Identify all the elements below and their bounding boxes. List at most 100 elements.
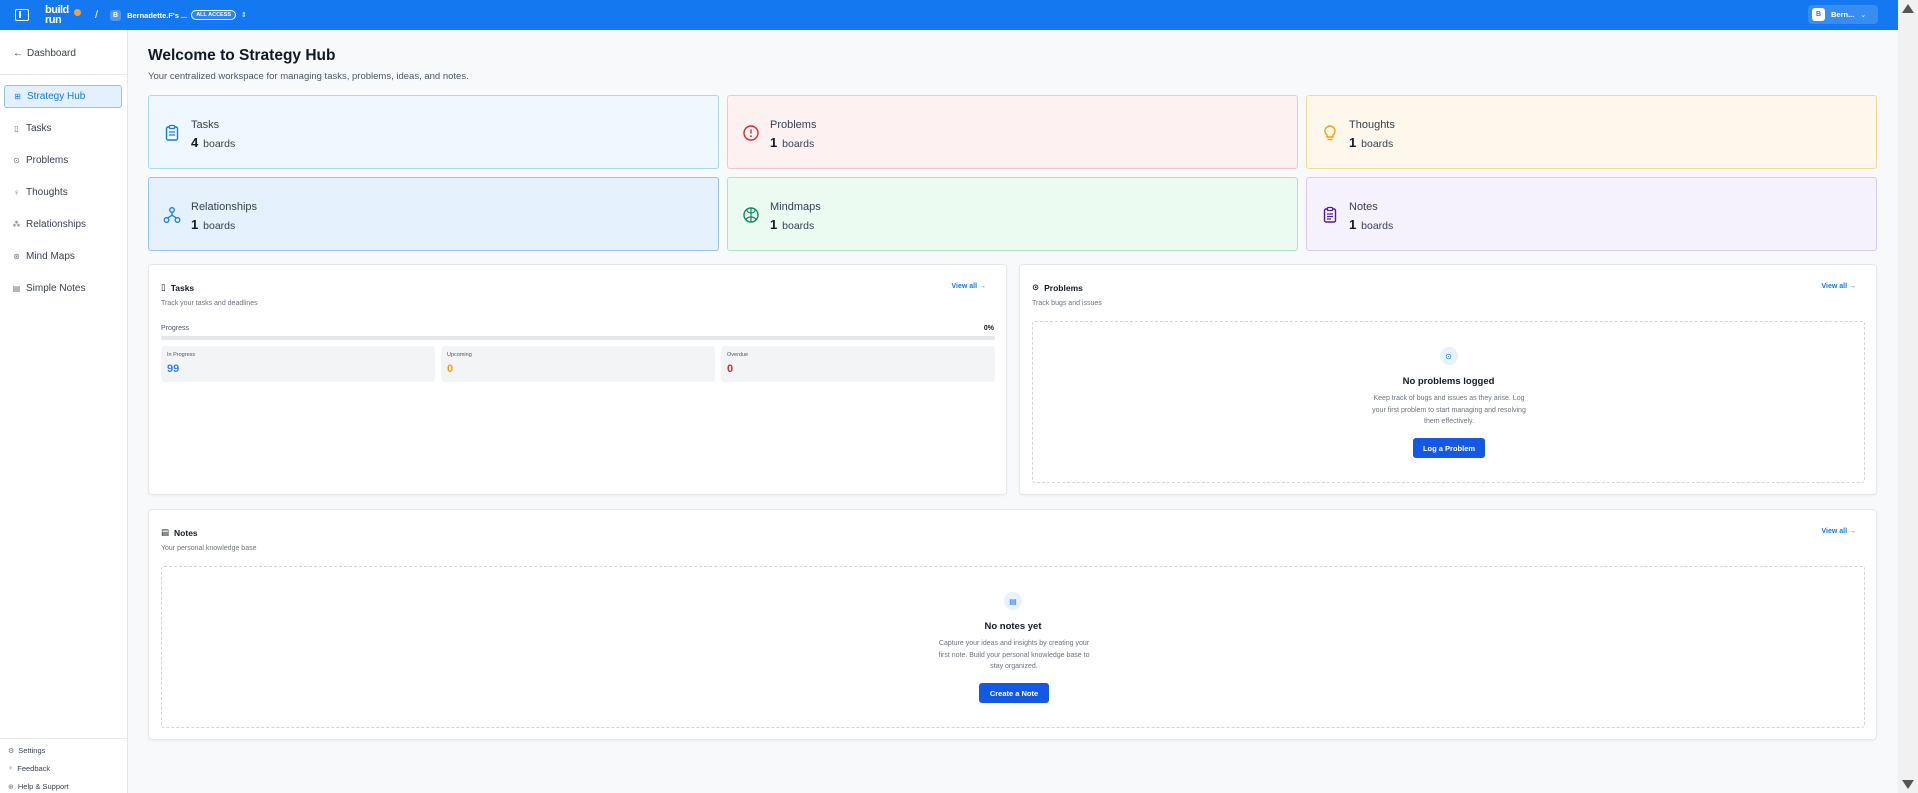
problems-panel-title: ⊙ Problems [1032, 282, 1083, 293]
help-label: Help & Support [17, 782, 69, 791]
sidebar-item-label: Strategy Hub [27, 91, 86, 102]
workspace-switcher-chevron-icon[interactable]: ⇕ [241, 11, 247, 19]
stat-unit: boards [1361, 220, 1394, 232]
stat-unit: boards [782, 138, 815, 150]
tasks-panel-subtitle: Track your tasks and deadlines [161, 300, 258, 307]
network-icon [163, 207, 181, 223]
sidebar-item-label: Thoughts [26, 187, 68, 198]
view-all-label: View all [951, 283, 978, 290]
sidebar-item-problems[interactable]: ⊙ Problems [4, 149, 122, 172]
overdue-value: 0 [727, 363, 734, 375]
overdue-stat[interactable]: Overdue 0 [721, 346, 995, 382]
view-all-label: View all [1821, 528, 1848, 535]
sidebar-item-mind-maps[interactable]: ⊛ Mind Maps [4, 245, 122, 268]
logo-badge-icon [74, 9, 81, 16]
settings-label: Settings [18, 746, 46, 755]
stat-count: 1 boards [770, 217, 814, 232]
stat-card-relationships[interactable]: Relationships 1 boards [148, 177, 719, 251]
page-title: Welcome to Strategy Hub [148, 47, 336, 64]
stat-label: Relationships [191, 201, 258, 213]
sidebar-settings-link[interactable]: ⚙ Settings [8, 746, 45, 755]
problems-view-all-link[interactable]: View all → [1821, 283, 1856, 290]
stat-count: 1 boards [1349, 135, 1393, 150]
stat-label: Tasks [191, 119, 220, 131]
workspace-name[interactable]: Bernadette.F's ... [127, 11, 187, 20]
upcoming-value: 0 [447, 363, 454, 375]
app-logo[interactable]: build run [43, 4, 81, 26]
grid-icon: ⊞ [14, 92, 21, 101]
panel-title-text: Notes [174, 527, 198, 538]
notes-panel: ▤ Notes Your personal knowledge base Vie… [148, 509, 1877, 740]
sidebar-toggle-icon[interactable] [15, 9, 29, 21]
brain-icon [743, 207, 759, 223]
feedback-label: Feedback [17, 764, 51, 773]
stat-unit: boards [1361, 138, 1394, 150]
overdue-label: Overdue [727, 352, 749, 358]
stat-unit: boards [203, 138, 236, 150]
stat-card-notes[interactable]: Notes 1 boards [1306, 177, 1877, 251]
notes-view-all-link[interactable]: View all → [1821, 528, 1856, 535]
notes-panel-title: ▤ Notes [161, 527, 198, 538]
stat-card-tasks[interactable]: Tasks 4 boards [148, 95, 719, 169]
sidebar-item-label: Tasks [26, 123, 52, 134]
brain-icon: ⊛ [13, 252, 20, 261]
stat-label: Notes [1349, 201, 1378, 213]
lightbulb-icon: ♀ [13, 188, 20, 197]
problems-panel-subtitle: Track bugs and issues [1032, 300, 1102, 307]
sidebar-item-thoughts[interactable]: ♀ Thoughts [4, 181, 122, 204]
sidebar-item-tasks[interactable]: ▯ Tasks [4, 117, 122, 140]
sidebar-item-relationships[interactable]: ⁂ Relationships [4, 213, 122, 236]
notes-empty-state: ▤ No notes yet Capture your ideas and in… [161, 566, 1865, 728]
scroll-up-icon[interactable] [1902, 4, 1914, 13]
scroll-down-icon[interactable] [1902, 780, 1914, 789]
stat-count: 1 boards [1349, 217, 1393, 232]
log-problem-button[interactable]: Log a Problem [1413, 438, 1485, 458]
view-all-label: View all [1821, 283, 1848, 290]
sidebar-item-simple-notes[interactable]: ▤ Simple Notes [4, 277, 122, 300]
user-avatar: B [1812, 8, 1825, 21]
user-name: Bern... [1831, 10, 1855, 19]
upcoming-stat[interactable]: Upcoming 0 [441, 346, 715, 382]
arrow-right-icon: → [1849, 528, 1856, 535]
alert-circle-icon: ⊙ [1032, 282, 1040, 292]
arrow-right-icon: → [1849, 283, 1856, 290]
stat-number: 1 [1349, 135, 1357, 150]
create-note-button[interactable]: Create a Note [979, 683, 1049, 703]
problems-panel: ⊙ Problems Track bugs and issues View al… [1019, 264, 1877, 495]
progress-bar [161, 336, 995, 340]
panel-title-text: Problems [1044, 282, 1083, 293]
sidebar-footer-divider [0, 738, 128, 739]
user-menu-button[interactable]: B Bern... ⌄ [1808, 5, 1878, 24]
in-progress-label: In Progress [167, 352, 196, 358]
notes-panel-subtitle: Your personal knowledge base [161, 545, 257, 552]
stat-unit: boards [782, 220, 815, 232]
sidebar-item-label: Relationships [26, 219, 87, 230]
sidebar: ← Dashboard ⊞ Strategy Hub ▯ Tasks ⊙ Pro… [0, 30, 128, 793]
page-scrollbar[interactable] [1898, 0, 1918, 793]
upcoming-label: Upcoming [447, 352, 472, 358]
stat-card-problems[interactable]: Problems 1 boards [727, 95, 1298, 169]
stat-card-thoughts[interactable]: Thoughts 1 boards [1306, 95, 1877, 169]
panel-title-text: Tasks [170, 282, 195, 293]
stat-label: Thoughts [1349, 119, 1395, 131]
workspace-avatar[interactable]: B [110, 9, 122, 21]
stat-count: 4 boards [191, 135, 235, 150]
stat-number: 1 [770, 217, 778, 232]
stat-number: 1 [1349, 217, 1357, 232]
sidebar-item-strategy-hub[interactable]: ⊞ Strategy Hub [4, 85, 122, 108]
logo-line2: run [45, 14, 62, 26]
tasks-view-all-link[interactable]: View all → [951, 283, 986, 290]
sidebar-feedback-link[interactable]: ♀ Feedback [8, 764, 50, 773]
network-icon: ⁂ [12, 220, 21, 229]
stat-count: 1 boards [191, 217, 235, 232]
stat-card-mindmaps[interactable]: Mindmaps 1 boards [727, 177, 1298, 251]
sidebar-help-link[interactable]: ⊕ Help & Support [8, 782, 69, 791]
tasks-panel: ▯ Tasks Track your tasks and deadlines V… [148, 264, 1007, 495]
alert-circle-icon [743, 125, 759, 141]
in-progress-value: 99 [167, 363, 180, 375]
page-subtitle: Your centralized workspace for managing … [148, 71, 469, 82]
stat-count: 1 boards [770, 135, 814, 150]
alert-circle-icon: ⊙ [13, 156, 20, 165]
in-progress-stat[interactable]: In Progress 99 [161, 346, 435, 382]
back-to-dashboard-link[interactable]: ← Dashboard [13, 48, 76, 59]
